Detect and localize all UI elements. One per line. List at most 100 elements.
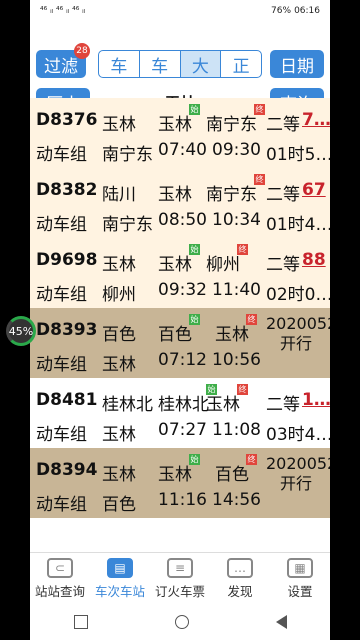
train-row[interactable]: D8382 动车组 陆川 南宁东 玉林 08:50 南宁东终 10:34 二等 67 01时4… [30,168,330,238]
grid-icon: ▦ [287,557,313,578]
nav-discover[interactable]: … 发现 [210,553,270,604]
arrival-time: 11:08 [212,420,261,440]
filter-label: 过滤 [44,56,78,77]
seat-class: 二等 [266,255,300,275]
destination-station: 南宁东 [206,115,257,135]
terminal-station: 南宁东 [102,215,153,235]
ticket-price[interactable]: 7… [302,110,330,130]
train-class: 动车组 [36,285,87,305]
train-row[interactable]: D8376 动车组 玉林 南宁东 玉林始 07:40 南宁东终 09:30 二等 7… 01时5… [30,98,330,168]
travel-duration: 01时4… [266,215,330,235]
train-type-1[interactable]: 车 [140,51,181,77]
nav-settings[interactable]: ▦ 设置 [270,553,330,604]
train-type-2[interactable]: 大 [180,51,222,77]
train-list: D8376 动车组 玉林 南宁东 玉林始 07:40 南宁东终 09:30 二等 7… 01时5… D… [30,98,330,518]
terminal-mark-icon: 终 [237,244,248,255]
system-nav-bar [30,604,330,640]
origin-station: 玉林 [102,115,136,135]
nav-label: 设置 [287,583,313,599]
train-icon: ⊂ [47,557,73,578]
travel-duration: 01时5… [266,145,330,165]
recents-icon[interactable] [73,615,88,629]
departure-time: 07:27 [158,420,207,440]
current-station: 玉林 [158,255,192,275]
current-station: 玉林 [158,185,192,205]
train-row[interactable]: D9698 动车组 玉林 柳州 玉林始 09:32 柳州终 11:40 二等 88 02时0… [30,238,330,308]
toolbar: 过滤 28 车 车 大 正 日期 历史 玉林 查询 [30,22,330,116]
train-row[interactable]: D8481 动车组 桂林北 玉林 桂林北始 07:27 玉林终 11:08 二等 1… 03时4… [30,378,330,448]
train-number: D8481 [36,390,98,410]
filter-badge: 28 [74,43,90,59]
travel-duration: 03时4… [266,425,330,445]
train-number: D8376 [36,110,98,130]
nav-label: 站站查询 [34,583,85,599]
destination-station: 柳州 [206,255,240,275]
app-screen: ⁴⁶ ᵢₗ ⁴⁶ ᵢₗ ⁴⁶ ᵢₗ 76% 06:16 过滤 28 车 车 大 … [30,0,330,640]
origin-mark-icon: 始 [189,454,200,465]
terminal-mark-icon: 终 [254,174,265,185]
current-station: 玉林 [158,115,192,135]
nav-book-ticket[interactable]: ≡ 订火车票 [150,553,210,604]
origin-mark-icon: 始 [189,314,200,325]
train-type-3[interactable]: 正 [221,51,261,77]
nav-station-query[interactable]: ⊂ 站站查询 [30,553,90,604]
origin-station: 玉林 [102,465,136,485]
destination-station: 玉林 [206,395,240,415]
origin-station: 百色 [102,325,136,345]
origin-station: 桂林北 [102,395,153,415]
train-number: D8393 [36,320,98,340]
terminal-mark-icon: 终 [254,104,265,115]
destination-station: 百色 [215,465,249,485]
origin-station: 玉林 [102,255,136,275]
terminal-station: 南宁东 [102,145,153,165]
seat-class: 二等 [266,185,300,205]
service-note: 20200521开行 [266,454,330,493]
signal-icon: ⁴⁶ ᵢₗ ⁴⁶ ᵢₗ ⁴⁶ ᵢₗ [40,6,86,16]
back-icon[interactable] [275,615,287,629]
train-class: 动车组 [36,355,87,375]
date-button[interactable]: 日期 [270,50,324,78]
destination-station: 南宁东 [206,185,257,205]
train-number: D8382 [36,180,98,200]
destination-station: 玉林 [215,325,249,345]
floating-memory-indicator[interactable]: 45% [6,316,36,346]
arrival-time: 10:34 [212,210,261,230]
departure-time: 09:32 [158,280,207,300]
departure-time: 07:40 [158,140,207,160]
terminal-station: 玉林 [102,425,136,445]
signal-indicators: ⁴⁶ ᵢₗ ⁴⁶ ᵢₗ ⁴⁶ ᵢₗ [40,6,85,16]
terminal-station: 玉林 [102,355,136,375]
train-class: 动车组 [36,215,87,235]
arrival-time: 09:30 [212,140,261,160]
train-class: 动车组 [36,145,87,165]
clock: 06:16 [294,6,320,16]
filter-button[interactable]: 过滤 28 [36,43,90,78]
terminal-station: 柳州 [102,285,136,305]
train-row[interactable]: D8393动车组百色玉林百色始07:12玉林终10:5620200521开行 [30,308,330,378]
train-type-0[interactable]: 车 [99,51,140,77]
terminal-mark-icon: 终 [246,454,257,465]
train-class: 动车组 [36,495,87,515]
nav-train-station[interactable]: ▤ 车次车站 [90,553,150,604]
train-row[interactable]: D8394动车组玉林百色玉林始11:16百色终14:5620200521开行 [30,448,330,518]
home-icon[interactable] [174,615,189,629]
origin-mark-icon: 始 [189,244,200,255]
terminal-station: 百色 [102,495,136,515]
travel-duration: 02时0… [266,285,330,305]
current-station: 百色 [158,325,192,345]
ticket-price[interactable]: 1… [302,390,330,410]
departure-time: 11:16 [158,490,207,510]
bottom-nav: ⊂ 站站查询 ▤ 车次车站 ≡ 订火车票 … 发现 ▦ 设置 [30,552,330,604]
arrival-time: 14:56 [212,490,261,510]
terminal-mark-icon: 终 [246,314,257,325]
arrival-time: 10:56 [212,350,261,370]
train-type-selector: 车 车 大 正 [98,50,262,78]
seat-class: 二等 [266,115,300,135]
train-class: 动车组 [36,425,87,445]
ticket-price[interactable]: 67 [302,180,326,200]
nav-label: 车次车站 [94,583,145,599]
seat-class: 二等 [266,395,300,415]
status-bar: ⁴⁶ ᵢₗ ⁴⁶ ᵢₗ ⁴⁶ ᵢₗ 76% 06:16 [30,0,330,22]
battery-level: 76% [271,6,292,16]
ticket-price[interactable]: 88 [302,250,326,270]
